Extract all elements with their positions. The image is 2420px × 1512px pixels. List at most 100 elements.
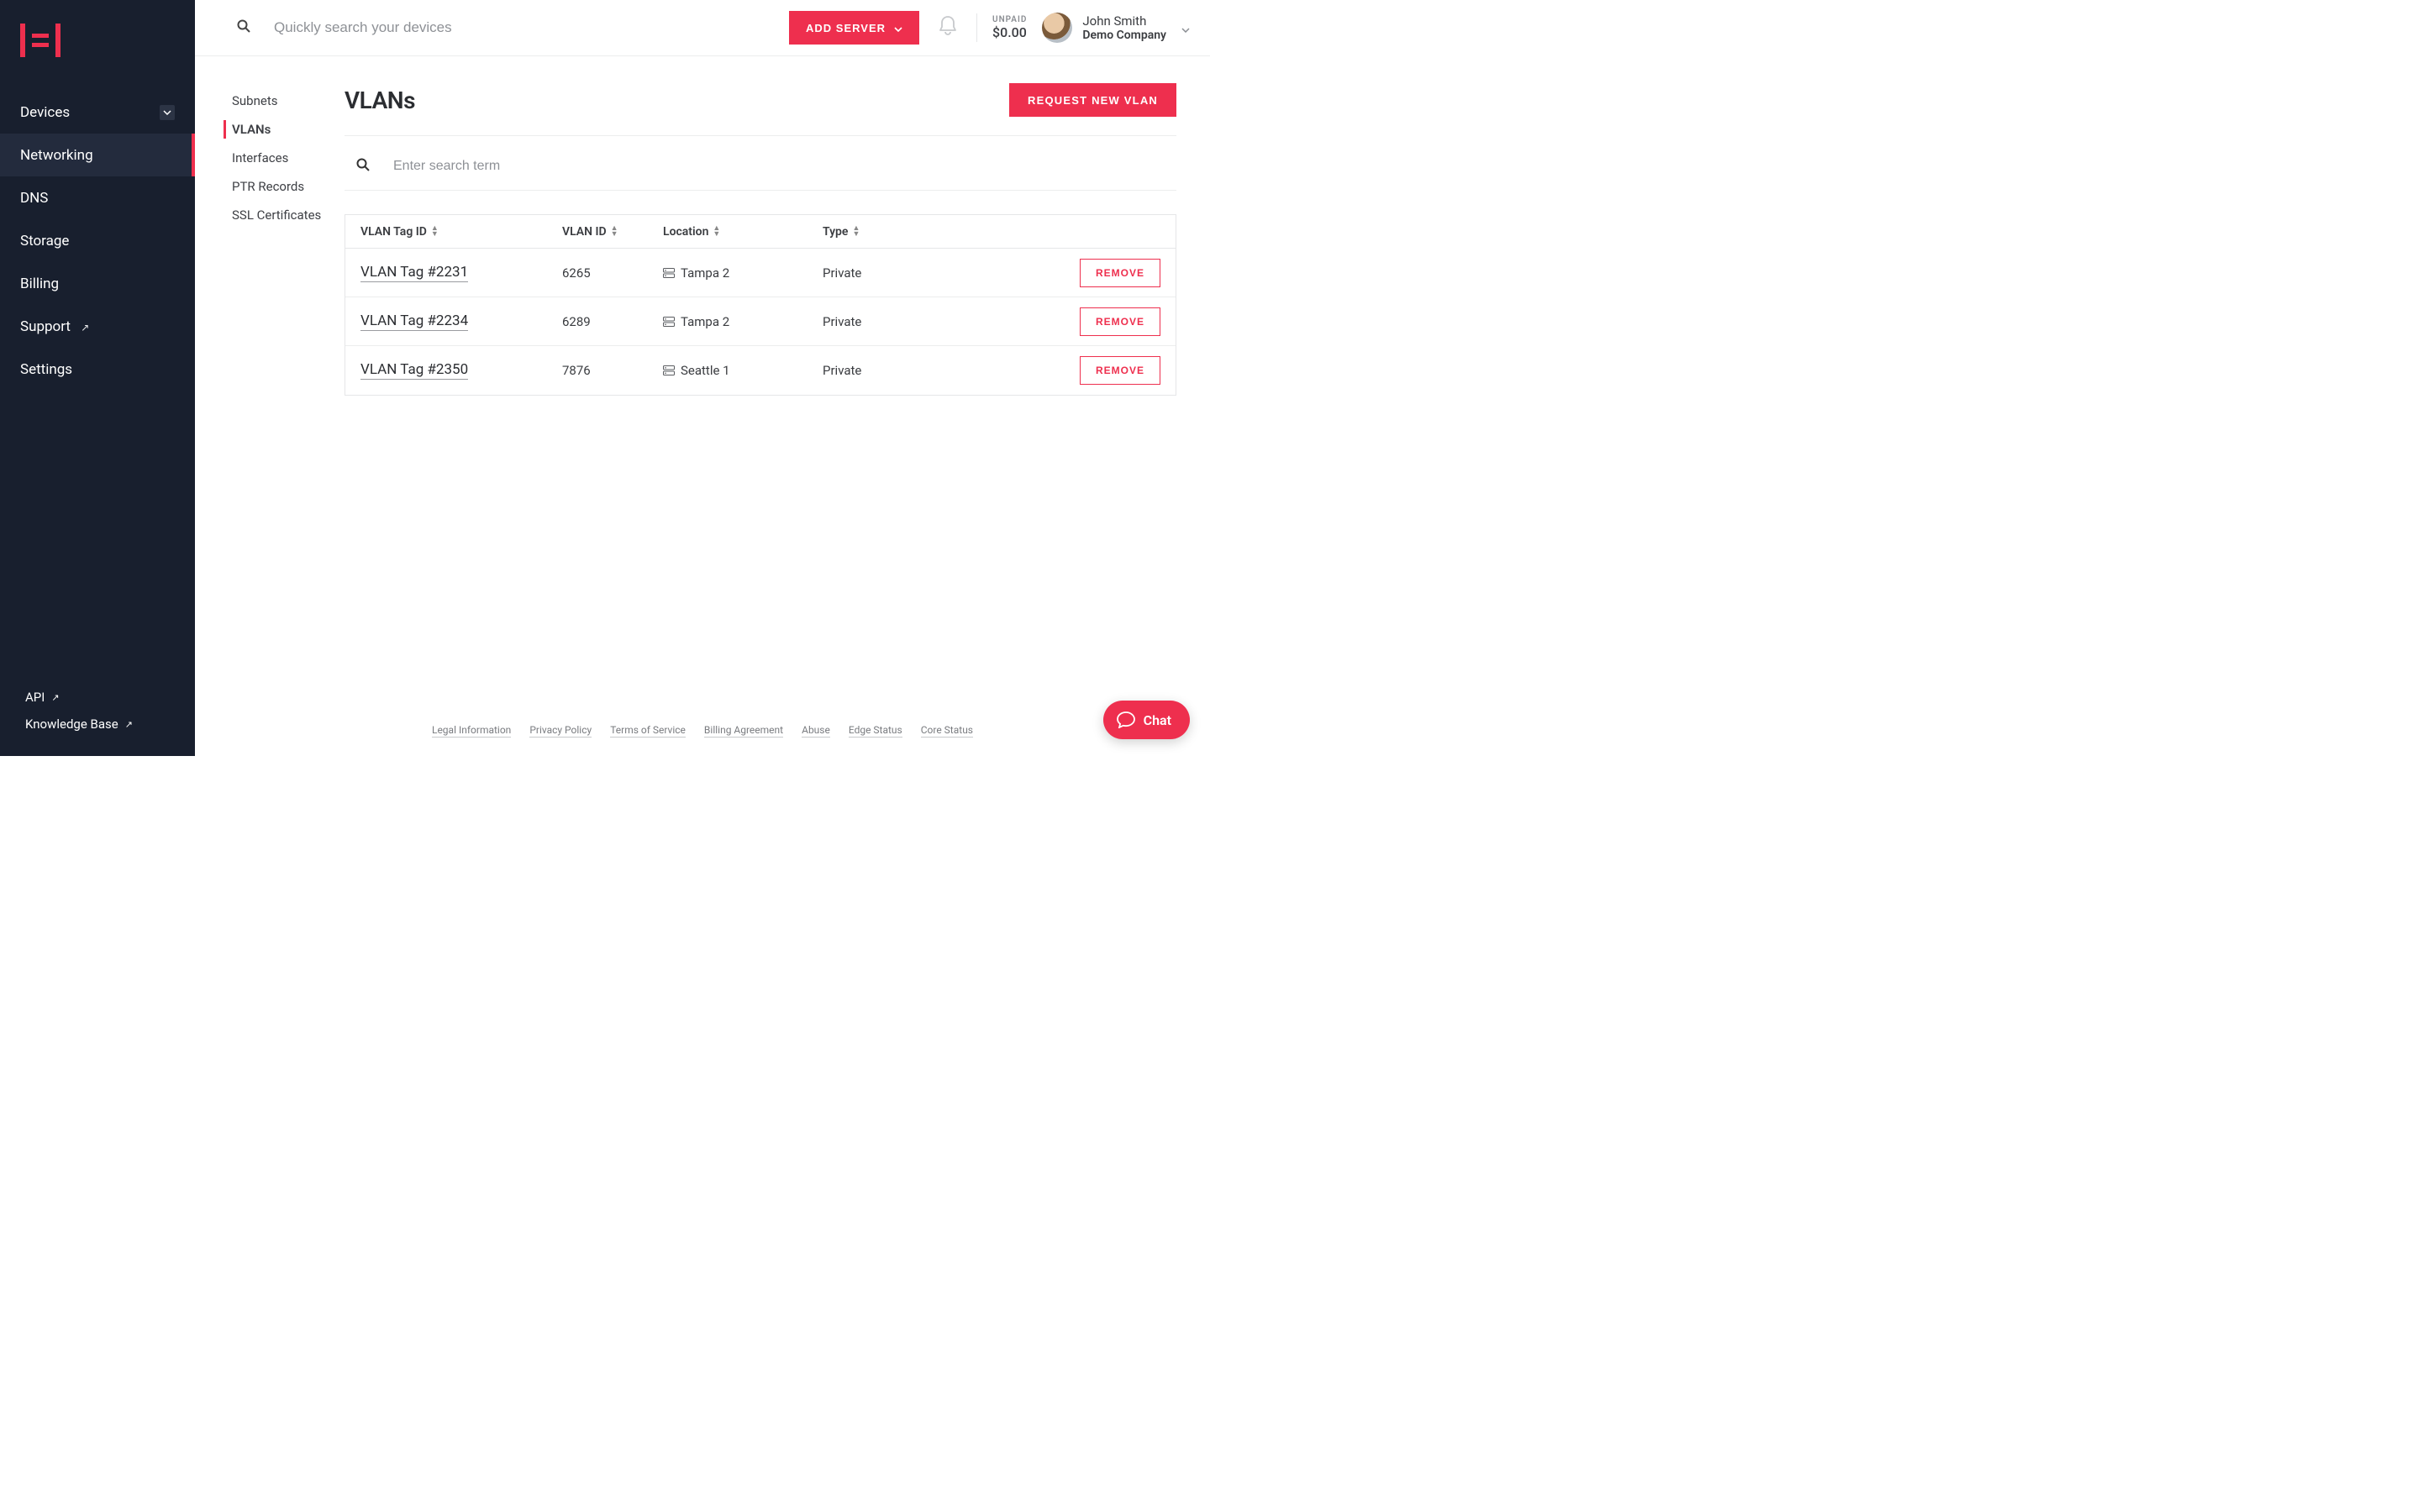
unpaid-balance[interactable]: UNPAID $0.00 bbox=[992, 15, 1027, 40]
footer-link-legal[interactable]: Legal Information bbox=[432, 724, 511, 738]
nav-item-settings[interactable]: Settings bbox=[0, 348, 195, 391]
chevron-down-icon bbox=[894, 22, 902, 34]
col-vlan-tag-id[interactable]: VLAN Tag ID ▲▼ bbox=[360, 225, 562, 239]
sort-icon: ▲▼ bbox=[611, 226, 618, 238]
avatar bbox=[1042, 13, 1072, 43]
nav-label: DNS bbox=[20, 190, 48, 207]
bottom-nav-label: Knowledge Base bbox=[25, 717, 118, 732]
remove-button[interactable]: REMOVE bbox=[1080, 307, 1160, 336]
nav-item-billing[interactable]: Billing bbox=[0, 262, 195, 305]
type-cell: Private bbox=[823, 363, 982, 378]
nav-item-support[interactable]: Support ↗ bbox=[0, 305, 195, 348]
table-filter-input[interactable] bbox=[393, 159, 729, 174]
table-row: VLAN Tag #2231 6265 Tampa 2 Private REMO… bbox=[345, 249, 1176, 297]
external-link-icon: ↗ bbox=[81, 322, 89, 333]
unpaid-label: UNPAID bbox=[992, 15, 1027, 24]
notifications-button[interactable] bbox=[938, 15, 958, 40]
logo[interactable] bbox=[0, 0, 195, 91]
external-link-icon: ↗ bbox=[51, 692, 59, 703]
search-icon bbox=[356, 158, 370, 175]
remove-button[interactable]: REMOVE bbox=[1080, 356, 1160, 385]
logo-icon bbox=[20, 24, 60, 57]
bottom-nav-knowledge-base[interactable]: Knowledge Base ↗ bbox=[0, 711, 195, 738]
bottom-nav-api[interactable]: API ↗ bbox=[0, 684, 195, 711]
vlan-id-cell: 7876 bbox=[562, 363, 663, 378]
page: VLANs REQUEST NEW VLAN VLAN Tag ID ▲▼ bbox=[345, 83, 1176, 756]
external-link-icon: ↗ bbox=[125, 719, 133, 730]
location-cell: Tampa 2 bbox=[663, 265, 823, 281]
location-cell: Tampa 2 bbox=[663, 314, 823, 329]
add-server-label: ADD SERVER bbox=[806, 22, 886, 34]
vlans-table: VLAN Tag ID ▲▼ VLAN ID ▲▼ Location ▲▼ bbox=[345, 214, 1176, 396]
subnav-item-interfaces[interactable]: Interfaces bbox=[232, 144, 345, 172]
global-search bbox=[237, 19, 789, 36]
subnav-item-subnets[interactable]: Subnets bbox=[232, 87, 345, 115]
col-type[interactable]: Type ▲▼ bbox=[823, 225, 982, 239]
vlan-tag-link[interactable]: VLAN Tag #2234 bbox=[360, 312, 468, 331]
nav-label: Support bbox=[20, 318, 71, 335]
user-name: John Smith bbox=[1082, 13, 1166, 29]
sort-icon: ▲▼ bbox=[713, 226, 720, 238]
main: ADD SERVER UNPAID $0.00 John Smith Demo bbox=[195, 0, 1210, 756]
chat-label: Chat bbox=[1144, 712, 1171, 728]
nav-item-networking[interactable]: Networking bbox=[0, 134, 195, 176]
vlan-id-cell: 6289 bbox=[562, 314, 663, 329]
table-row: VLAN Tag #2234 6289 Tampa 2 Private REMO… bbox=[345, 297, 1176, 346]
sidebar: Devices Networking DNS Storage Billing S… bbox=[0, 0, 195, 756]
nav-label: Devices bbox=[20, 104, 70, 121]
footer: Legal Information Privacy Policy Terms o… bbox=[195, 724, 1210, 738]
chat-widget[interactable]: Chat bbox=[1103, 701, 1190, 739]
search-icon bbox=[237, 19, 250, 36]
global-search-input[interactable] bbox=[274, 19, 610, 36]
col-vlan-id[interactable]: VLAN ID ▲▼ bbox=[562, 225, 663, 239]
table-header: VLAN Tag ID ▲▼ VLAN ID ▲▼ Location ▲▼ bbox=[345, 215, 1176, 249]
type-cell: Private bbox=[823, 314, 982, 329]
chevron-down-icon bbox=[1181, 20, 1190, 36]
nav-label: Settings bbox=[20, 361, 72, 378]
subnav-item-ssl-certificates[interactable]: SSL Certificates bbox=[232, 201, 345, 229]
footer-link-privacy[interactable]: Privacy Policy bbox=[529, 724, 592, 738]
chat-icon bbox=[1117, 711, 1135, 728]
table-filter bbox=[345, 148, 1176, 191]
footer-link-edge-status[interactable]: Edge Status bbox=[849, 724, 902, 738]
subnav-item-ptr-records[interactable]: PTR Records bbox=[232, 172, 345, 201]
add-server-button[interactable]: ADD SERVER bbox=[789, 11, 919, 45]
server-icon bbox=[663, 317, 675, 327]
nav-label: Billing bbox=[20, 276, 59, 292]
user-menu[interactable]: John Smith Demo Company bbox=[1042, 13, 1190, 43]
primary-nav: Devices Networking DNS Storage Billing S… bbox=[0, 91, 195, 684]
type-cell: Private bbox=[823, 265, 982, 281]
nav-item-dns[interactable]: DNS bbox=[0, 176, 195, 219]
divider bbox=[976, 13, 977, 42]
footer-link-abuse[interactable]: Abuse bbox=[802, 724, 830, 738]
bell-icon bbox=[938, 15, 958, 37]
nav-item-storage[interactable]: Storage bbox=[0, 219, 195, 262]
vlan-tag-link[interactable]: VLAN Tag #2350 bbox=[360, 361, 468, 380]
server-icon bbox=[663, 365, 675, 375]
request-new-vlan-button[interactable]: REQUEST NEW VLAN bbox=[1009, 83, 1176, 117]
footer-link-terms[interactable]: Terms of Service bbox=[610, 724, 686, 738]
page-header: VLANs REQUEST NEW VLAN bbox=[345, 83, 1176, 136]
nav-item-devices[interactable]: Devices bbox=[0, 91, 195, 134]
footer-link-billing-agreement[interactable]: Billing Agreement bbox=[704, 724, 783, 738]
bottom-nav-label: API bbox=[25, 690, 45, 705]
chevron-down-icon bbox=[160, 105, 175, 120]
table-row: VLAN Tag #2350 7876 Seattle 1 Private RE… bbox=[345, 346, 1176, 395]
footer-link-core-status[interactable]: Core Status bbox=[921, 724, 973, 738]
location-cell: Seattle 1 bbox=[663, 363, 823, 378]
user-company: Demo Company bbox=[1082, 29, 1166, 42]
vlan-tag-link[interactable]: VLAN Tag #2231 bbox=[360, 264, 468, 282]
subnav-item-vlans[interactable]: VLANs bbox=[232, 115, 345, 144]
vlan-id-cell: 6265 bbox=[562, 265, 663, 281]
sort-icon: ▲▼ bbox=[431, 226, 439, 238]
sidebar-bottom-nav: API ↗ Knowledge Base ↗ bbox=[0, 684, 195, 756]
sort-icon: ▲▼ bbox=[852, 226, 860, 238]
topbar: ADD SERVER UNPAID $0.00 John Smith Demo bbox=[195, 0, 1210, 56]
unpaid-amount: $0.00 bbox=[992, 24, 1027, 40]
page-title: VLANs bbox=[345, 87, 415, 114]
nav-label: Storage bbox=[20, 233, 69, 249]
col-location[interactable]: Location ▲▼ bbox=[663, 225, 823, 239]
server-icon bbox=[663, 268, 675, 278]
sub-nav: Subnets VLANs Interfaces PTR Records SSL… bbox=[232, 83, 345, 756]
remove-button[interactable]: REMOVE bbox=[1080, 259, 1160, 287]
